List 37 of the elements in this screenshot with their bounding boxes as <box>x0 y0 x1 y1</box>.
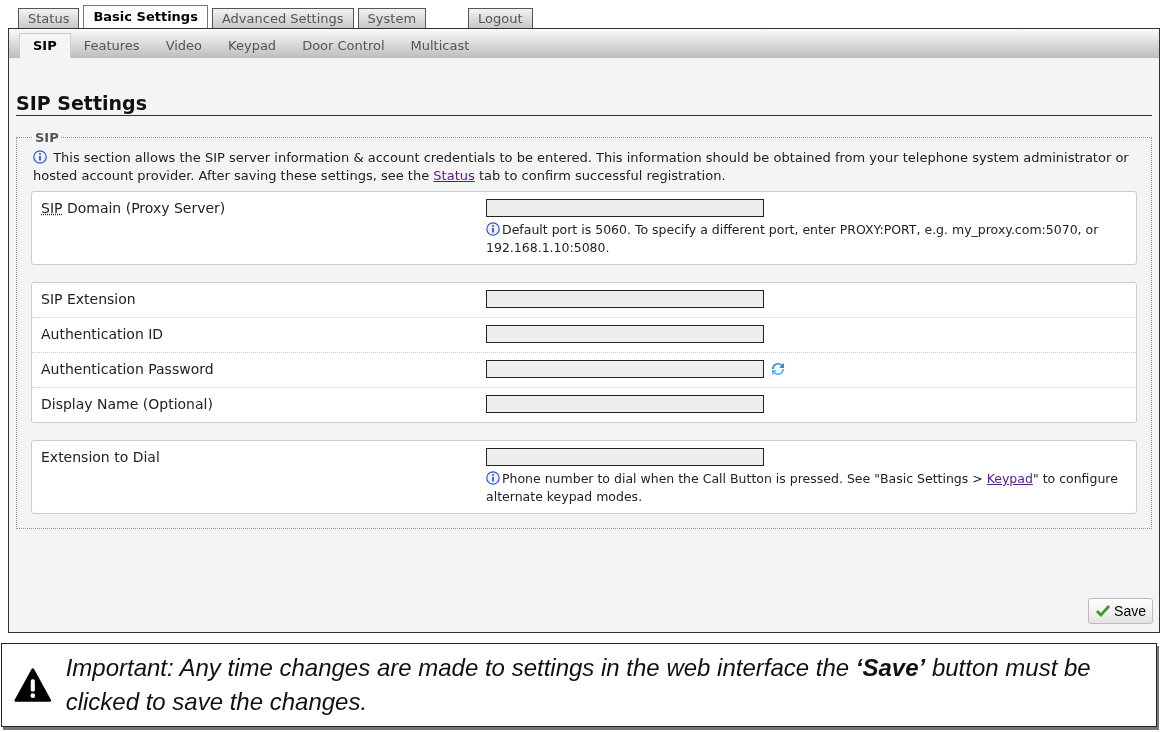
field-label: Display Name (Optional) <box>41 395 214 414</box>
page-title: SIP Settings <box>16 92 1152 116</box>
tab[interactable]: Status <box>18 8 80 28</box>
subtab[interactable]: Door Control <box>289 34 398 58</box>
field-label: SIP Domain (Proxy Server) <box>41 199 227 218</box>
info-icon <box>33 150 47 164</box>
tab[interactable]: Basic Settings <box>83 5 208 28</box>
field-label: Authentication Password <box>41 360 215 379</box>
subtab[interactable]: Keypad <box>215 34 290 58</box>
field-label: SIP Extension <box>41 290 137 309</box>
keypad-link[interactable]: Keypad <box>986 471 1033 486</box>
input-field[interactable] <box>486 325 764 343</box>
tab[interactable]: Advanced Settings <box>211 8 354 28</box>
hint-text: Phone number to dial when the Call Button is pressed. See "Basic Settings > Keypad" to configure alternate keypad modes. <box>486 470 1119 506</box>
subtab[interactable]: SIP <box>19 33 71 58</box>
check-icon <box>1095 604 1112 618</box>
info-icon <box>486 222 500 236</box>
status-link[interactable]: Status <box>433 168 475 183</box>
field-label: Extension to Dial <box>41 448 161 467</box>
tab[interactable]: System <box>357 8 427 28</box>
tab[interactable]: Logout <box>468 8 533 28</box>
subtab[interactable]: Features <box>70 34 153 58</box>
field-label: Authentication ID <box>41 325 165 344</box>
subtab[interactable]: Video <box>152 34 216 58</box>
info-icon <box>486 471 500 485</box>
subtab[interactable]: Multicast <box>397 34 483 58</box>
input-field[interactable] <box>486 395 764 413</box>
note-text: Important: Any time changes are made to settings in the web interface the ‘Save’ button must be clicked to save the changes. <box>65 653 1092 717</box>
input-field[interactable] <box>486 360 764 378</box>
intro-text: This section allows the SIP server information & account credentials to be entered. This information should be obtained from your telephone system administrator or hosted account provider. After saving these settings, see the Status tab to confirm successful registration. <box>33 149 1130 185</box>
save-button[interactable]: Save <box>1088 598 1153 624</box>
refresh-icon[interactable] <box>769 361 787 377</box>
section-legend: SIP <box>33 130 61 145</box>
hint-text: Default port is 5060. To specify a different port, enter PROXY:PORT, e.g. my_proxy.com:5070, or 192.168.1.10:5080. <box>486 221 1100 257</box>
input-field[interactable] <box>486 290 764 308</box>
input-field[interactable] <box>486 199 764 217</box>
input-field[interactable] <box>486 448 764 466</box>
